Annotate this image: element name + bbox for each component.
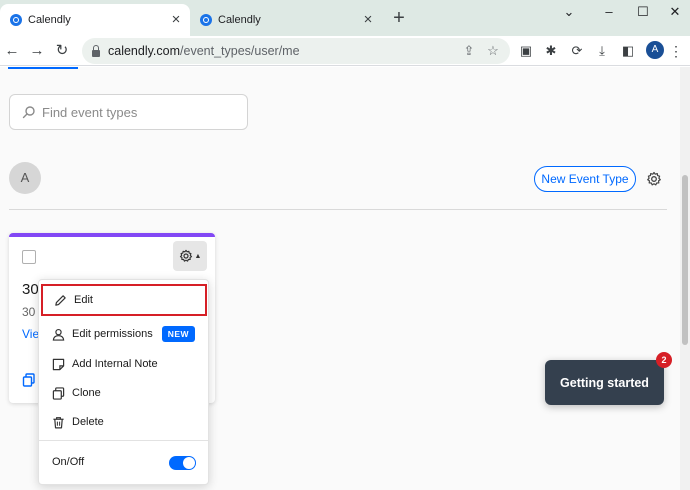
menu-item-label: Edit permissions [72, 328, 153, 340]
new-tab-button[interactable]: + [388, 8, 410, 30]
extension-sync-icon[interactable]: ⟳ [567, 41, 587, 61]
lock-icon[interactable] [92, 44, 100, 57]
forward-button[interactable]: → [25, 39, 49, 63]
menu-item-delete[interactable]: Delete [39, 408, 208, 436]
event-duration: 30 [22, 305, 36, 319]
download-icon[interactable]: ⤓ [592, 41, 612, 61]
page-scrollbar[interactable] [680, 67, 690, 490]
pencil-icon [55, 294, 66, 306]
tab-title: Calendly [28, 14, 71, 26]
toggle-knob [183, 457, 195, 469]
browser-tab-calendly-2[interactable]: Calendly × [190, 4, 382, 36]
browser-menu-icon[interactable]: ⋮ [669, 41, 683, 61]
event-title: 30 [22, 281, 39, 298]
new-event-type-button[interactable]: New Event Type [534, 166, 636, 192]
menu-item-edit[interactable]: Edit [41, 284, 207, 316]
address-bar[interactable]: calendly.com/event_types/user/me ⇪ ☆ [82, 38, 510, 64]
trash-icon [53, 416, 64, 428]
profile-avatar[interactable]: A [646, 41, 664, 59]
tab-search-icon[interactable]: ⌄ [558, 3, 580, 21]
view-booking-page-link[interactable]: Vie [22, 327, 39, 341]
card-select-checkbox[interactable] [22, 250, 36, 264]
tab-title: Calendly [218, 14, 261, 26]
menu-item-add-internal-note[interactable]: Add Internal Note [39, 350, 208, 378]
menu-divider [39, 440, 208, 441]
browser-toolbar: ← → ↻ calendly.com/event_types/user/me ⇪… [0, 36, 690, 66]
menu-item-label: Delete [72, 416, 104, 428]
extensions-puzzle-icon[interactable]: ✱ [541, 41, 561, 61]
clone-icon [52, 386, 65, 400]
scrollbar-thumb[interactable] [682, 175, 688, 345]
card-settings-button[interactable]: ▲ [173, 241, 207, 271]
notification-count-badge: 2 [656, 352, 672, 368]
menu-item-label: Add Internal Note [72, 358, 158, 370]
section-divider [9, 209, 667, 210]
extension-screen-icon[interactable]: ▣ [516, 41, 536, 61]
menu-item-clone[interactable]: Clone [39, 379, 208, 407]
person-icon [52, 328, 65, 341]
browser-tab-bar: Calendly × Calendly × + ⌄ – ☐ ✕ [0, 0, 690, 36]
tab-close-icon[interactable]: × [168, 12, 184, 28]
search-field[interactable] [9, 94, 248, 130]
reload-button[interactable]: ↻ [50, 39, 74, 63]
browser-tab-calendly-1[interactable]: Calendly × [0, 4, 190, 36]
menu-item-label: Clone [72, 387, 101, 399]
close-window-button[interactable]: ✕ [664, 3, 686, 21]
caret-down-icon: ▲ [194, 252, 202, 260]
search-input[interactable] [42, 104, 232, 120]
copy-link-icon[interactable] [22, 373, 36, 387]
settings-gear-icon[interactable] [646, 171, 662, 187]
event-settings-menu: Edit Edit permissions NEW Add Internal N… [38, 279, 209, 485]
back-button[interactable]: ← [0, 39, 24, 63]
gear-icon [179, 249, 192, 262]
tab-close-icon[interactable]: × [360, 12, 376, 28]
side-panel-icon[interactable]: ◧ [618, 41, 638, 61]
url-text[interactable]: calendly.com/event_types/user/me [108, 44, 300, 58]
calendly-favicon-icon [10, 14, 22, 26]
minimize-button[interactable]: – [598, 3, 620, 21]
calendly-favicon-icon [200, 14, 212, 26]
user-avatar[interactable]: A [9, 162, 41, 194]
menu-item-label: Edit [74, 294, 93, 306]
getting-started-button[interactable]: Getting started [545, 360, 664, 405]
bookmark-star-icon[interactable]: ☆ [484, 42, 502, 60]
maximize-button[interactable]: ☐ [632, 3, 654, 21]
share-icon[interactable]: ⇪ [460, 42, 478, 60]
on-off-toggle[interactable] [169, 456, 196, 470]
menu-item-edit-permissions[interactable]: Edit permissions NEW [39, 320, 208, 348]
search-icon [22, 106, 35, 119]
active-tab-indicator [8, 67, 78, 69]
note-icon [52, 358, 65, 370]
new-badge: NEW [161, 326, 196, 342]
event-types-page: A New Event Type ▲ 30 30 Vie Edit [0, 67, 690, 490]
on-off-label: On/Off [52, 456, 85, 468]
